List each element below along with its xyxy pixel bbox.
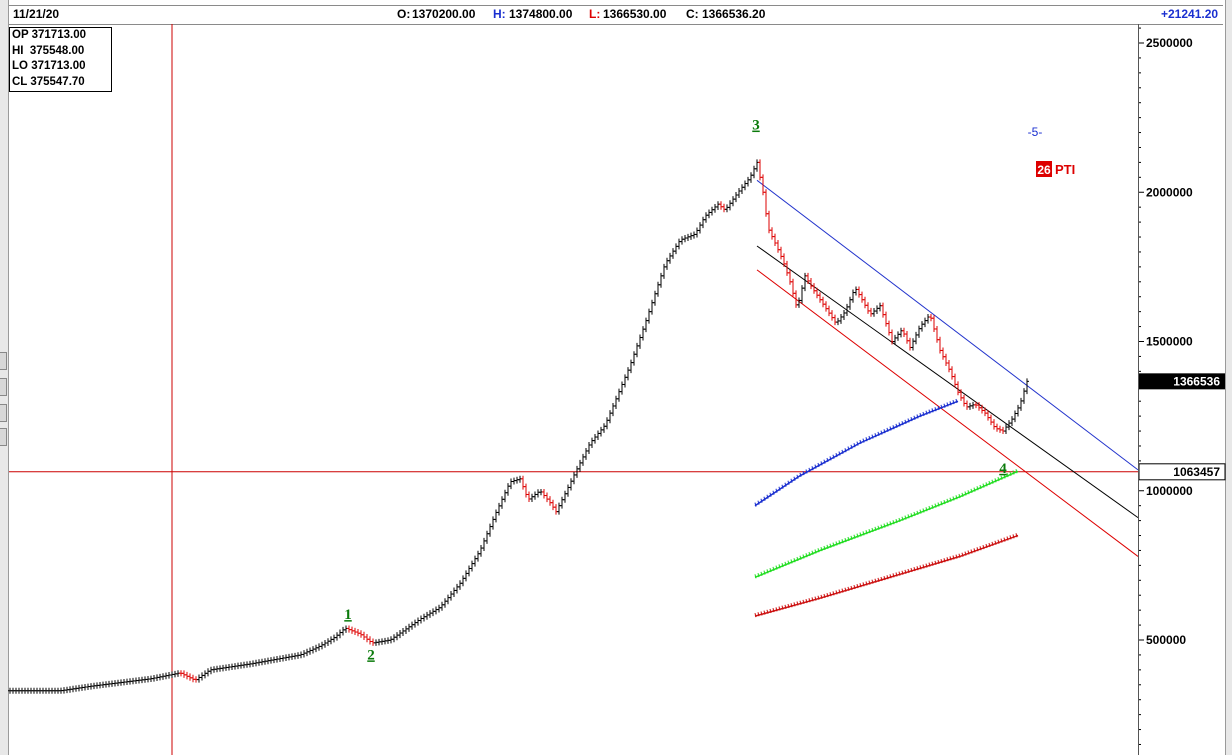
ohlc-close-value: 375547.70 bbox=[30, 75, 85, 88]
ohlc-open-value: 371713.00 bbox=[31, 29, 86, 41]
ohlc-low-label: LO bbox=[12, 60, 28, 73]
wave-label: 1 bbox=[344, 607, 352, 623]
channel-line-upper bbox=[756, 179, 1139, 471]
wave-label: 4 bbox=[999, 461, 1007, 477]
annotation-minus5: -5- bbox=[1028, 125, 1043, 139]
ohlc-high-value: 375548.00 bbox=[29, 44, 85, 57]
price-chart[interactable]: 1 2 3 4 -5- 26 PTI 2500000 2000000 1500000 1000000… bbox=[0, 0, 1232, 755]
moving-average-0 bbox=[754, 400, 959, 507]
y-tick-label: 1000000 bbox=[1146, 484, 1193, 498]
y-tick-label: 500000 bbox=[1146, 633, 1186, 647]
ma-hatch bbox=[754, 502, 757, 507]
wave-label: 2 bbox=[367, 647, 375, 663]
ohlc-low-row: LO 371713.00 bbox=[12, 59, 111, 75]
ohlc-open-row: OP 371713.00 bbox=[12, 28, 111, 44]
y-tick-label: 2000000 bbox=[1146, 185, 1193, 199]
ohlc-low-value: 371713.00 bbox=[31, 60, 86, 73]
y-tick-label: 1500000 bbox=[1146, 335, 1193, 349]
ohlc-open-label: OP bbox=[12, 29, 29, 41]
ohlc-close-row: CL 375547.70 bbox=[12, 75, 111, 91]
price-axis-divider bbox=[1138, 24, 1139, 755]
crosshair-price-label: 1063457 bbox=[1173, 465, 1220, 479]
pti-value: 26 bbox=[1037, 163, 1051, 177]
ohlc-info-panel: OP 371713.00 HI 375548.00 LO 371713.00 C… bbox=[9, 27, 112, 92]
y-tick-label: 2500000 bbox=[1146, 36, 1193, 50]
channel-line-lower bbox=[756, 269, 1139, 557]
wave-label: 3 bbox=[752, 118, 760, 134]
current-price-label: 1366536 bbox=[1173, 374, 1220, 388]
ohlc-high-row: HI 375548.00 bbox=[12, 44, 111, 60]
pti-label: PTI bbox=[1055, 162, 1075, 177]
ma-hatch bbox=[754, 574, 757, 579]
ohlc-high-label: HI bbox=[12, 44, 24, 57]
ohlc-close-label: CL bbox=[12, 75, 28, 88]
